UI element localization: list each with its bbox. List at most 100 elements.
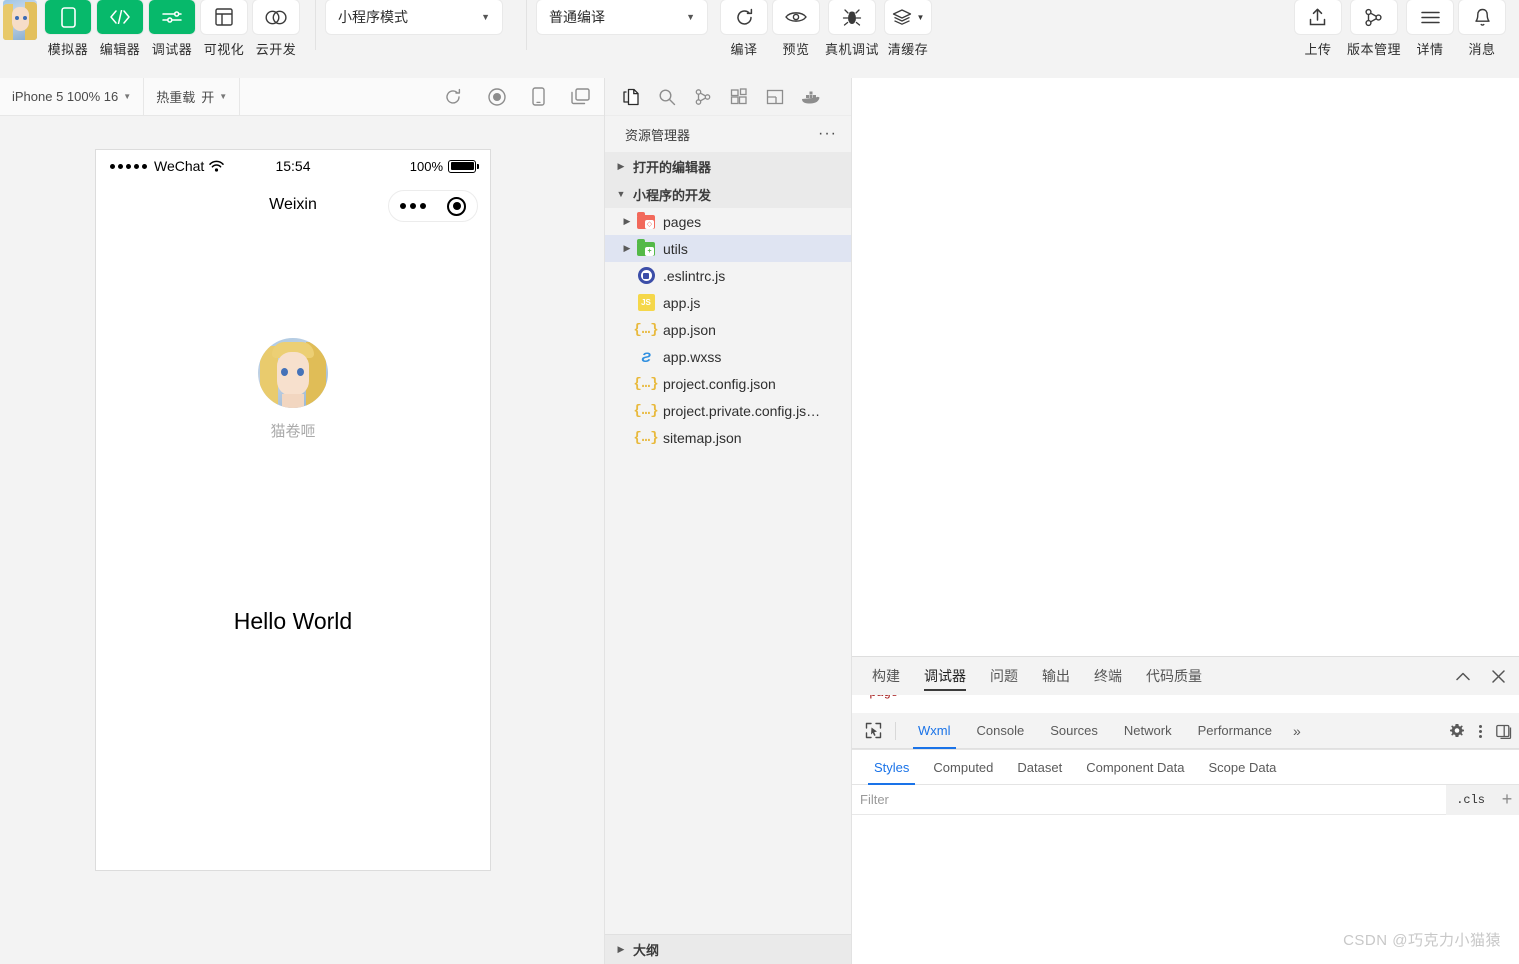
- source-control-icon[interactable]: [693, 87, 713, 107]
- inspect-element-icon[interactable]: [860, 718, 886, 744]
- editor-area[interactable]: [852, 78, 1519, 656]
- inner-tab-performance[interactable]: Performance: [1185, 713, 1285, 749]
- capsule-menu[interactable]: [388, 190, 478, 222]
- docker-icon[interactable]: [801, 87, 821, 107]
- mode-select[interactable]: 小程序模式 ▼: [326, 0, 502, 34]
- tab-problems[interactable]: 问题: [990, 657, 1018, 695]
- device-icon[interactable]: [532, 87, 545, 106]
- user-avatar[interactable]: [3, 0, 37, 40]
- section-open-editors[interactable]: ▶ 打开的编辑器: [605, 152, 851, 180]
- styles-tab-styles[interactable]: Styles: [862, 749, 921, 785]
- tree-item-project-private-config[interactable]: {…} project.private.config.js…: [605, 397, 851, 424]
- toolbar-button-visual[interactable]: 可视化: [201, 0, 247, 58]
- tree-item-pages[interactable]: ▶ ◇ pages: [605, 208, 851, 235]
- user-profile: 猫卷咂: [96, 338, 490, 441]
- filter-input[interactable]: [852, 784, 1447, 815]
- chevron-up-icon[interactable]: [1456, 672, 1470, 681]
- compile-mode-select[interactable]: 普通编译 ▼: [537, 0, 707, 34]
- bell-icon: [1459, 0, 1505, 34]
- styles-tab-scope-data[interactable]: Scope Data: [1196, 749, 1288, 785]
- avatar[interactable]: [258, 338, 328, 408]
- tree-item-utils[interactable]: ▶ + utils: [605, 235, 851, 262]
- tree-item-app-js[interactable]: JS app.js: [605, 289, 851, 316]
- styles-tab-label: Component Data: [1086, 759, 1185, 775]
- device-selector[interactable]: iPhone 5 100% 16 ▼: [0, 78, 143, 116]
- tab-output[interactable]: 输出: [1042, 657, 1070, 695]
- activity-bar: [605, 78, 851, 116]
- more-tabs-icon[interactable]: »: [1285, 723, 1309, 739]
- more-actions-icon[interactable]: ···: [818, 126, 837, 142]
- tree-item-label: sitemap.json: [663, 429, 742, 446]
- toolbar-button-label: 云开发: [255, 42, 297, 57]
- tree-item-label: app.js: [663, 294, 701, 311]
- styles-tab-computed[interactable]: Computed: [921, 749, 1005, 785]
- phone-frame: WeChat 15:54 100% Weixin 猫卷咂 Hello World: [95, 149, 491, 871]
- status-time: 15:54: [275, 158, 311, 174]
- more-options-icon[interactable]: [1479, 724, 1482, 738]
- tab-build[interactable]: 构建: [872, 657, 900, 695]
- windows-icon[interactable]: [571, 88, 590, 105]
- toolbar-button-cloud[interactable]: 云开发: [253, 0, 299, 58]
- add-rule-button[interactable]: +: [1495, 784, 1519, 815]
- inner-tab-wxml[interactable]: Wxml: [905, 713, 964, 749]
- chevron-down-icon: ▼: [481, 12, 490, 22]
- section-outline[interactable]: ▶ 大纲: [605, 934, 851, 964]
- compile-select-wrap: 普通编译 ▼: [537, 0, 707, 34]
- styles-tab-label: Computed: [933, 759, 994, 775]
- more-icon[interactable]: [399, 203, 426, 209]
- styles-tab-dataset[interactable]: Dataset: [1005, 749, 1074, 785]
- toolbar-button-simulator[interactable]: 模拟器: [45, 0, 91, 58]
- upload-button[interactable]: 上传: [1294, 0, 1341, 58]
- inner-tab-console[interactable]: Console: [964, 713, 1038, 749]
- tree-item-label: project.private.config.js…: [663, 402, 821, 419]
- tab-terminal[interactable]: 终端: [1094, 657, 1122, 695]
- real-device-debug-button[interactable]: 真机调试: [825, 0, 879, 58]
- phone-status-bar: WeChat 15:54 100%: [96, 150, 490, 182]
- chevron-down-icon: ▼: [916, 12, 925, 22]
- toolbar-button-debugger[interactable]: 调试器: [149, 0, 195, 58]
- hello-world-text: Hello World: [233, 608, 353, 634]
- inner-tab-sources[interactable]: Sources: [1037, 713, 1111, 749]
- section-project-root[interactable]: ▼ 小程序的开发: [605, 180, 851, 208]
- close-target-icon[interactable]: [447, 196, 467, 216]
- record-icon[interactable]: [488, 87, 506, 106]
- details-button[interactable]: 详情: [1407, 0, 1453, 58]
- hot-reload-selector[interactable]: 热重载 开 ▼: [144, 78, 239, 116]
- explorer-title: 资源管理器: [625, 127, 691, 143]
- styles-tab-component-data[interactable]: Component Data: [1074, 749, 1196, 785]
- wxml-tree-preview[interactable]: <page>: [852, 695, 1519, 713]
- preview-button[interactable]: 预览: [773, 0, 819, 58]
- devtools-window: 模拟器 编辑器 调试器 可视化 云开发 小程序模式 ▼ 普通编译 ▼ 编译 预览…: [0, 0, 1519, 964]
- clear-cache-button[interactable]: ▼ 清缓存: [885, 0, 932, 58]
- tree-item-sitemap-json[interactable]: {…} sitemap.json: [605, 424, 851, 451]
- gear-icon[interactable]: [1449, 723, 1465, 739]
- explorer-panel: 资源管理器 ··· ▶ 打开的编辑器 ▼ 小程序的开发 ▶ ◇ pages ▶ …: [604, 78, 852, 964]
- close-icon[interactable]: [1492, 669, 1505, 683]
- search-icon[interactable]: [657, 87, 677, 107]
- tree-item-app-json[interactable]: {…} app.json: [605, 316, 851, 343]
- toolbar-button-editor[interactable]: 编辑器: [97, 0, 143, 58]
- devtools-panel: 构建 调试器 问题 输出 终端 代码质量 Wxml Console Source…: [852, 656, 1519, 964]
- tree-item-project-config[interactable]: {…} project.config.json: [605, 370, 851, 397]
- clear-cache-label: 清缓存: [887, 42, 929, 57]
- tab-code-quality[interactable]: 代码质量: [1146, 657, 1202, 695]
- toolbar-button-label: 调试器: [151, 42, 193, 57]
- tree-item-eslintrc[interactable]: .eslintrc.js: [605, 262, 851, 289]
- version-management-button[interactable]: 版本管理: [1347, 0, 1401, 58]
- json-icon: {…}: [633, 402, 659, 419]
- messages-button[interactable]: 消息: [1459, 0, 1505, 58]
- tree-item-app-wxss[interactable]: Ƨ app.wxss: [605, 343, 851, 370]
- eslint-icon: [635, 267, 657, 284]
- layout-panel-icon[interactable]: [765, 87, 785, 107]
- chevron-right-icon: ▶: [617, 944, 625, 954]
- toolbar-button-label: 模拟器: [47, 42, 89, 57]
- extensions-icon[interactable]: [729, 87, 749, 107]
- cls-button[interactable]: .cls: [1446, 784, 1495, 815]
- inner-tab-network[interactable]: Network: [1111, 713, 1185, 749]
- files-icon[interactable]: [621, 87, 641, 107]
- refresh-icon[interactable]: [444, 88, 462, 106]
- compile-button[interactable]: 编译: [721, 0, 767, 58]
- dock-panel-icon[interactable]: [1496, 724, 1513, 739]
- inner-tab-label: Wxml: [918, 723, 951, 738]
- tab-debugger[interactable]: 调试器: [924, 657, 966, 695]
